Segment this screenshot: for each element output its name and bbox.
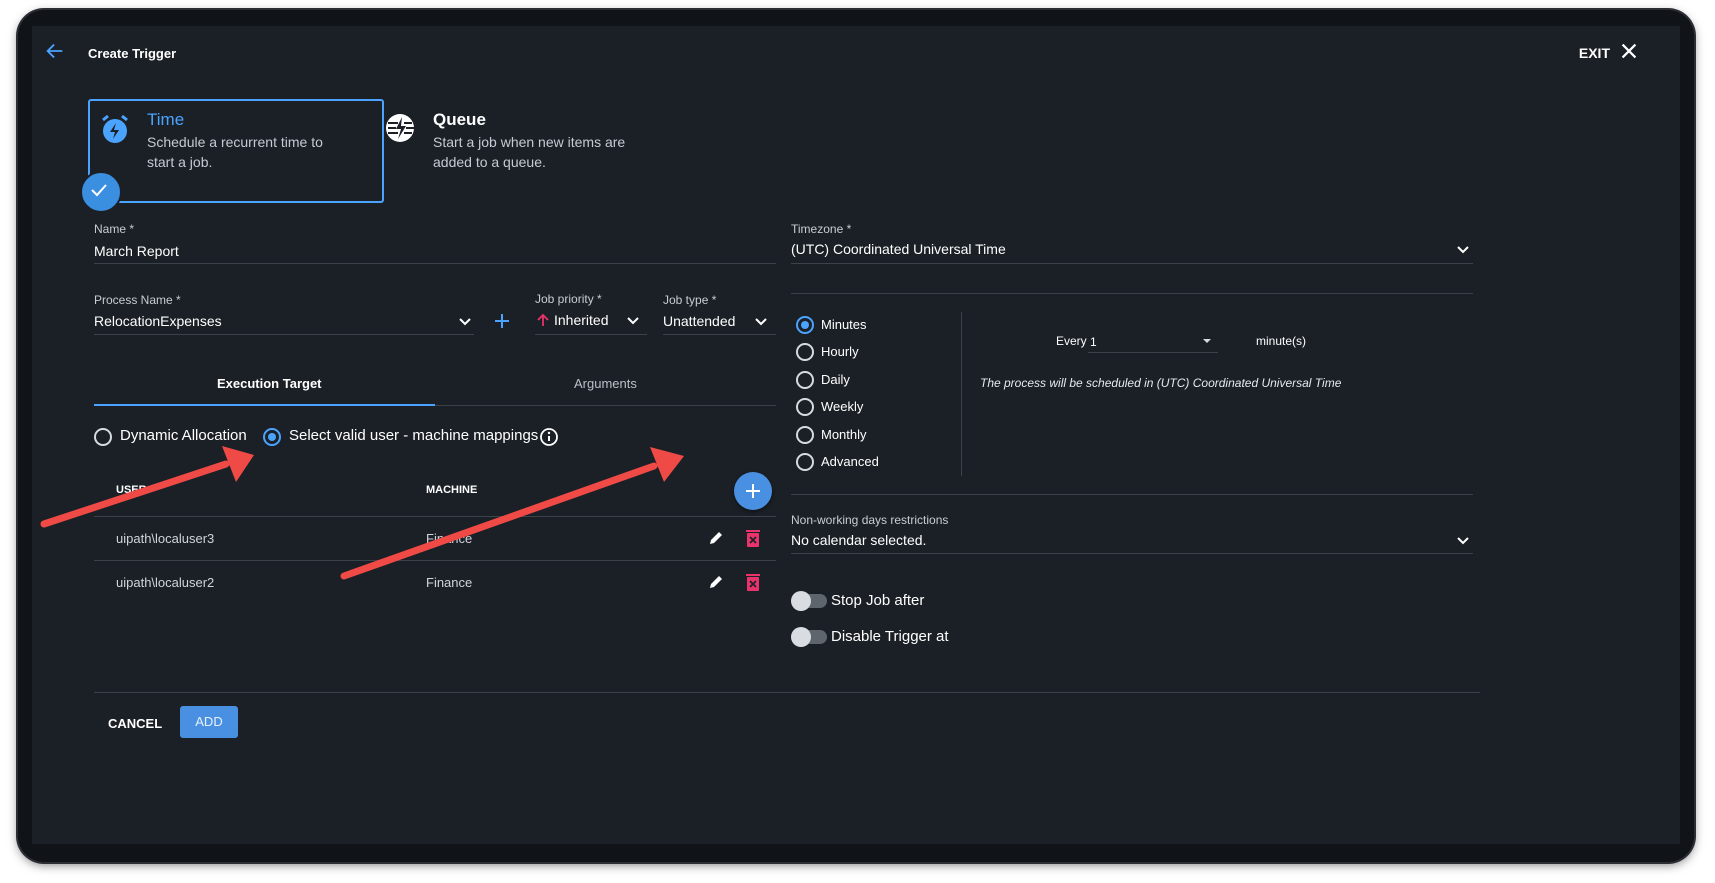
timezone-label: Timezone *: [791, 222, 852, 236]
every-value-select[interactable]: 1: [1090, 335, 1097, 349]
add-process-plus-icon[interactable]: [492, 311, 512, 331]
jobtype-select[interactable]: Unattended: [663, 313, 735, 329]
priority-up-arrow-icon: [537, 313, 549, 326]
name-underline: [94, 263, 776, 264]
name-label: Name *: [94, 222, 135, 236]
priority-underline: [535, 334, 647, 335]
every-label: Every: [1056, 334, 1087, 348]
exit-button[interactable]: EXIT: [1579, 45, 1610, 61]
frequency-radio-weekly[interactable]: [796, 398, 814, 416]
frequency-radio-daily[interactable]: [796, 371, 814, 389]
process-underline: [94, 334, 474, 335]
frequency-radio-advanced[interactable]: [796, 453, 814, 471]
edit-pencil-icon[interactable]: [707, 529, 725, 547]
queue-lightning-icon[interactable]: [384, 112, 416, 144]
create-trigger-dialog: Create Trigger EXIT Time Schedule a recu…: [32, 26, 1680, 844]
table-row-user: uipath\localuser3: [116, 531, 215, 546]
process-chevron-down-icon[interactable]: [456, 312, 474, 330]
mappings-radio[interactable]: [263, 428, 281, 446]
jobtype-underline: [663, 334, 776, 335]
tab-execution-target[interactable]: Execution Target: [217, 376, 322, 391]
calendar-label: Non-working days restrictions: [791, 513, 949, 527]
priority-chevron-down-icon[interactable]: [624, 311, 642, 329]
alarm-clock-icon: [102, 114, 128, 143]
frequency-radio-hourly[interactable]: [796, 343, 814, 361]
table-header-divider: [94, 516, 776, 517]
frequency-radio-monthly[interactable]: [796, 426, 814, 444]
jobtype-chevron-down-icon[interactable]: [752, 312, 770, 330]
time-card-title: Time: [147, 110, 185, 129]
time-card-description: Schedule a recurrent time to start a job…: [147, 134, 323, 170]
timezone-chevron-down-icon[interactable]: [1454, 240, 1472, 258]
every-underline: [1088, 352, 1218, 353]
delete-trash-icon[interactable]: [744, 572, 762, 592]
frequency-label[interactable]: Advanced: [821, 454, 879, 469]
queue-card-title[interactable]: Queue: [433, 110, 486, 130]
priority-label: Job priority *: [535, 292, 602, 306]
disable-trigger-toggle[interactable]: [791, 627, 827, 647]
mappings-label[interactable]: Select valid user - machine mappings: [289, 427, 538, 444]
calendar-underline: [791, 553, 1473, 554]
back-arrow-icon[interactable]: [44, 40, 66, 62]
page-title: Create Trigger: [88, 46, 177, 61]
add-button[interactable]: ADD: [180, 706, 238, 738]
frequency-label[interactable]: Daily: [821, 372, 850, 387]
stop-job-toggle[interactable]: [791, 591, 827, 611]
edit-pencil-icon[interactable]: [707, 573, 725, 591]
timezone-select[interactable]: (UTC) Coordinated Universal Time: [791, 241, 1006, 257]
dynamic-allocation-label[interactable]: Dynamic Allocation: [120, 427, 247, 444]
process-label: Process Name *: [94, 293, 181, 307]
footer-divider: [94, 692, 1480, 693]
info-icon[interactable]: [539, 427, 559, 447]
divider: [791, 494, 1473, 495]
delete-trash-icon[interactable]: [744, 528, 762, 548]
schedule-note: The process will be scheduled in (UTC) C…: [980, 376, 1342, 390]
frequency-label[interactable]: Minutes: [821, 317, 867, 332]
frequency-label[interactable]: Weekly: [821, 399, 863, 414]
table-row-user: uipath\localuser2: [116, 575, 215, 590]
jobtype-label: Job type *: [663, 293, 717, 307]
vertical-divider: [961, 312, 962, 476]
table-row-machine: Finance: [426, 575, 473, 590]
close-icon[interactable]: [1618, 40, 1640, 62]
column-header-user: USER: [116, 484, 147, 496]
name-input[interactable]: March Report: [94, 243, 179, 259]
process-select[interactable]: RelocationExpenses: [94, 313, 222, 329]
disable-trigger-label: Disable Trigger at: [831, 628, 949, 645]
add-mapping-button[interactable]: [734, 472, 772, 510]
tab-arguments[interactable]: Arguments: [574, 376, 637, 391]
frequency-radio-minutes[interactable]: [796, 316, 814, 334]
column-header-machine: MACHINE: [426, 484, 478, 496]
dynamic-allocation-radio[interactable]: [94, 428, 112, 446]
tabs-underline: [435, 405, 776, 406]
unit-label: minute(s): [1256, 334, 1307, 348]
divider: [791, 293, 1473, 294]
table-row-machine: Finance: [426, 531, 473, 546]
calendar-chevron-down-icon[interactable]: [1454, 531, 1472, 549]
calendar-select[interactable]: No calendar selected.: [791, 532, 926, 548]
stop-job-label: Stop Job after: [831, 592, 925, 609]
cancel-button[interactable]: CANCEL: [108, 716, 162, 731]
caret-down-icon[interactable]: [1200, 334, 1214, 348]
active-tab-indicator: [94, 404, 435, 406]
queue-card-description: Start a job when new items are added to …: [433, 134, 626, 170]
frequency-label[interactable]: Monthly: [821, 427, 867, 442]
table-row-divider: [94, 560, 776, 561]
selected-check-icon: [80, 171, 122, 213]
timezone-underline: [791, 263, 1473, 264]
priority-select[interactable]: Inherited: [554, 312, 608, 328]
frequency-label[interactable]: Hourly: [821, 344, 859, 359]
